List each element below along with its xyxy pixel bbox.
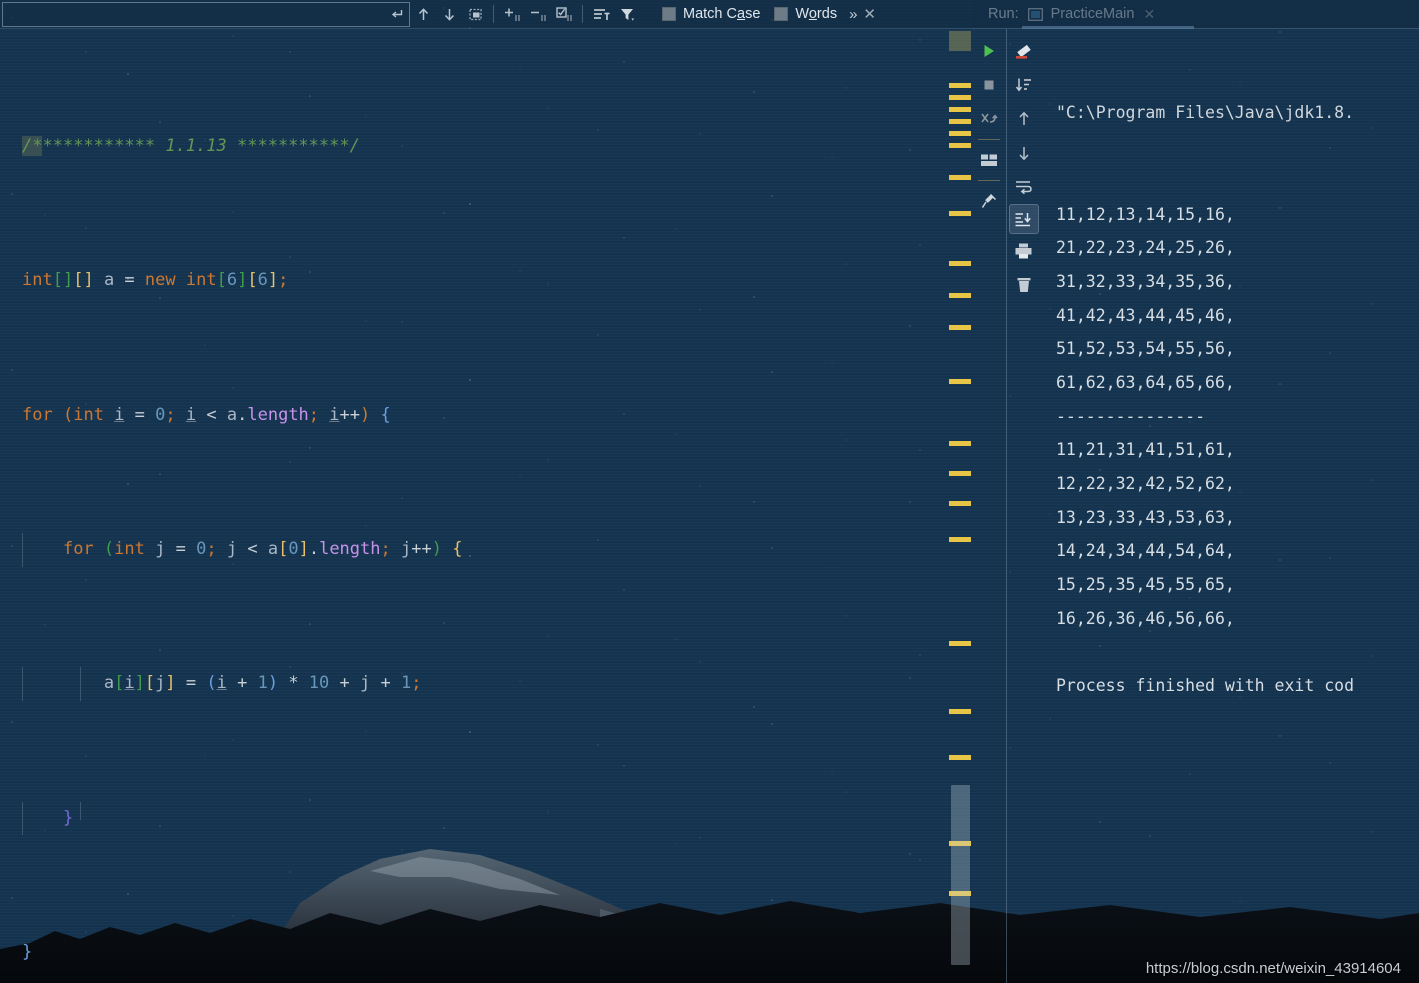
code-editor[interactable]: /************ 1.1.13 ***********/ int[][…: [0, 29, 945, 983]
find-toolbar: Match Case Words » ✕: [0, 0, 1419, 29]
console-command-line: "C:\Program Files\Java\jdk1.8.: [1056, 103, 1355, 123]
more-options-icon[interactable]: »: [849, 6, 857, 23]
run-tool-window: Run: PracticeMain ✕: [972, 0, 1419, 983]
stripe-marker[interactable]: [949, 83, 971, 88]
stripe-marker[interactable]: [949, 95, 971, 100]
console-line: 11,21,31,41,51,61,: [1056, 440, 1235, 460]
doc-title: 1.1.13: [165, 135, 227, 156]
words-checkbox[interactable]: Words: [774, 6, 837, 22]
scroll-to-end-icon[interactable]: [1008, 204, 1039, 234]
select-all-occurrences-icon[interactable]: [462, 2, 488, 27]
filter-lines-icon[interactable]: [588, 2, 614, 27]
code-line[interactable]: }: [0, 936, 945, 970]
console-line: 11,12,13,14,15,16,: [1056, 204, 1235, 224]
stripe-marker[interactable]: [949, 261, 971, 266]
console-line: 16,26,36,46,56,66,: [1056, 608, 1235, 628]
stripe-marker[interactable]: [949, 131, 971, 136]
console-line: 51,52,53,54,55,56,: [1056, 339, 1235, 359]
stripe-doc-marker[interactable]: [949, 31, 971, 51]
editor-vertical-scrollbar-thumb[interactable]: [951, 785, 970, 965]
add-line-before-icon[interactable]: [499, 2, 525, 27]
console-output[interactable]: "C:\Program Files\Java\jdk1.8. 11,12,13,…: [1040, 29, 1419, 983]
sort-icon[interactable]: [1009, 68, 1039, 102]
clear-all-icon[interactable]: [1009, 34, 1039, 68]
filter-icon[interactable]: [614, 2, 640, 27]
run-actions-left: [972, 29, 1006, 983]
code-line[interactable]: int[][] a = new int[6][6];: [0, 264, 945, 298]
ide-window: Match Case Words » ✕ /************ 1.1.1…: [0, 0, 1419, 983]
console-line: 12,22,32,42,52,62,: [1056, 474, 1235, 493]
console-line: Process finished with exit cod: [1056, 676, 1355, 696]
stripe-marker[interactable]: [949, 441, 971, 446]
console-line: 15,25,35,45,55,65,: [1056, 575, 1235, 595]
run-window-body: "C:\Program Files\Java\jdk1.8. 11,12,13,…: [972, 29, 1419, 983]
print-icon[interactable]: [1009, 234, 1039, 268]
search-field-wrapper[interactable]: [2, 1, 410, 27]
stripe-marker[interactable]: [949, 641, 971, 646]
rerun-failed-tests-icon[interactable]: [974, 102, 1004, 136]
stripe-marker[interactable]: [949, 537, 971, 542]
pin-tab-icon[interactable]: [974, 184, 1004, 218]
stripe-marker[interactable]: [949, 755, 971, 760]
match-case-checkbox[interactable]: Match Case: [662, 6, 760, 22]
console-line: ---------------: [1056, 406, 1206, 426]
match-case-label: Match Case: [683, 6, 761, 22]
console-line: 61,62,63,64,65,66,: [1056, 372, 1235, 392]
stripe-marker[interactable]: [949, 709, 971, 714]
stop-icon[interactable]: [974, 68, 1004, 102]
stripe-marker[interactable]: [949, 175, 971, 180]
run-actions-right: [1006, 29, 1040, 983]
stripe-marker[interactable]: [949, 293, 971, 298]
stripe-marker[interactable]: [949, 143, 971, 148]
trash-icon[interactable]: [1009, 268, 1039, 302]
code-line[interactable]: for (int j = 0; j < a[0].length; j++) {: [0, 532, 945, 567]
console-line: 31,32,33,34,35,36,: [1056, 271, 1235, 291]
toolbar-separator: [493, 5, 494, 23]
toggle-line-icon[interactable]: [551, 2, 577, 27]
down-icon[interactable]: [1009, 136, 1039, 170]
close-icon[interactable]: ✕: [863, 5, 876, 23]
up-icon[interactable]: [1009, 102, 1039, 136]
toolbar-separator-2: [582, 5, 583, 23]
code-line[interactable]: /************ 1.1.13 ***********/: [0, 130, 945, 164]
find-previous-icon[interactable]: [410, 2, 436, 27]
code-line[interactable]: for (int i = 0; i < a.length; i++) {: [0, 399, 945, 433]
code-line[interactable]: }: [0, 801, 945, 836]
console-line: 14,24,34,44,54,64,: [1056, 541, 1235, 561]
find-next-icon[interactable]: [436, 2, 462, 27]
console-line: 41,42,43,44,45,46,: [1056, 305, 1235, 325]
console-line: 13,23,33,43,53,63,: [1056, 507, 1235, 527]
remove-line-icon[interactable]: [525, 2, 551, 27]
match-case-box[interactable]: [662, 7, 676, 21]
words-box[interactable]: [774, 7, 789, 21]
layout-icon[interactable]: [974, 143, 1004, 177]
stripe-marker[interactable]: [949, 325, 971, 330]
soft-wrap-icon[interactable]: [1009, 170, 1039, 204]
stripe-marker[interactable]: [949, 119, 971, 124]
error-stripe-column[interactable]: [945, 29, 972, 983]
stripe-marker[interactable]: [949, 501, 971, 506]
stripe-marker[interactable]: [949, 107, 971, 112]
stripe-marker[interactable]: [949, 211, 971, 216]
divider-2: [978, 180, 1000, 181]
stripe-marker[interactable]: [949, 379, 971, 384]
search-input[interactable]: [3, 2, 383, 26]
divider: [978, 139, 1000, 140]
words-label: Words: [795, 6, 838, 22]
console-lines: 11,12,13,14,15,16, 21,22,23,24,25,26, 31,3…: [1040, 198, 1419, 703]
stripe-marker[interactable]: [949, 471, 971, 476]
run-icon[interactable]: [974, 34, 1004, 68]
code-line[interactable]: a[i][j] = (i + 1) * 10 + j + 1;: [0, 667, 945, 701]
multiline-toggle-icon[interactable]: [383, 2, 409, 27]
console-line: 21,22,23,24,25,26,: [1056, 238, 1235, 258]
